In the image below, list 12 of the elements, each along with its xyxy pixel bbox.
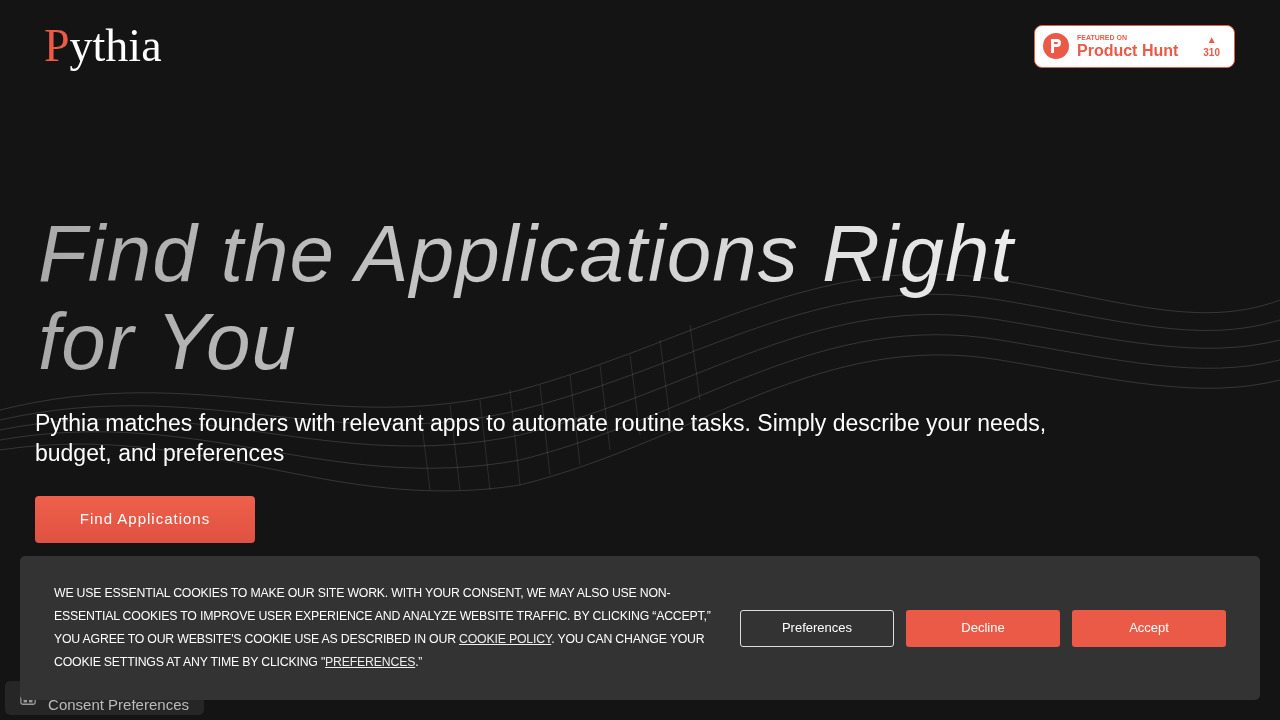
consent-label: Consent Preferences [48, 694, 189, 715]
product-hunt-logo-icon [1043, 33, 1069, 59]
cookie-notice: WE USE ESSENTIAL COOKIES TO MAKE OUR SITE WORK. WITH YOUR CONSENT, WE MAY ALSO USE NON-ESSENTIAL COOKIES TO IMPROVE USER EXPERIENCE AND ANALYZE WEBSITE TRAFFIC. BY CLICKING “ACCEPT,” YOU AGREE TO OUR WEBSITE'S COOKIE USE AS DESCRIBED IN OUR COOKIE POLICY. YOU CAN CHANGE YOUR COOKIE SETTINGS AT ANY TIME BY CLICKING "PREFERENCES.” [54, 585, 712, 671]
preferences-link[interactable]: PREFERENCES [325, 655, 416, 669]
hero-subtitle: Pythia matches founders with relevant apps to automate routine tasks. Simply describe your needs, budget, and preferences [35, 409, 1048, 468]
logo[interactable]: Pythia [44, 20, 162, 72]
vote-count: 310 [1203, 47, 1220, 58]
badge-title: Product Hunt [1077, 42, 1180, 59]
cookie-policy-link[interactable]: COOKIE POLICY [459, 632, 552, 646]
preferences-button[interactable]: Preferences [740, 609, 894, 647]
upvote-arrow: ▲ [1206, 34, 1217, 45]
find-applications-button[interactable]: Find Applications [35, 496, 255, 543]
